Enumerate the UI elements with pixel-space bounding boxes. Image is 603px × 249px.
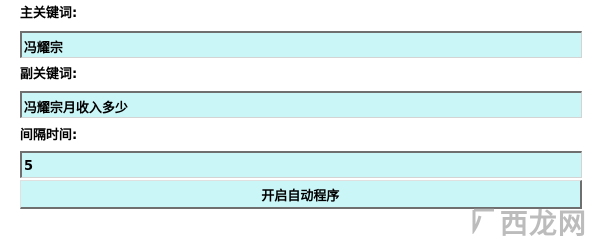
interval-input[interactable] xyxy=(20,151,582,178)
watermark-logo-icon xyxy=(472,208,494,234)
secondary-keyword-label: 副关键词: xyxy=(20,67,78,82)
watermark-text: 西龙网 xyxy=(500,207,588,240)
secondary-keyword-input[interactable] xyxy=(20,91,582,118)
primary-keyword-label: 主关键词: xyxy=(20,6,78,21)
primary-keyword-input[interactable] xyxy=(20,31,582,58)
watermark: 西龙网 xyxy=(470,200,600,240)
interval-label: 间隔时间: xyxy=(20,128,78,143)
